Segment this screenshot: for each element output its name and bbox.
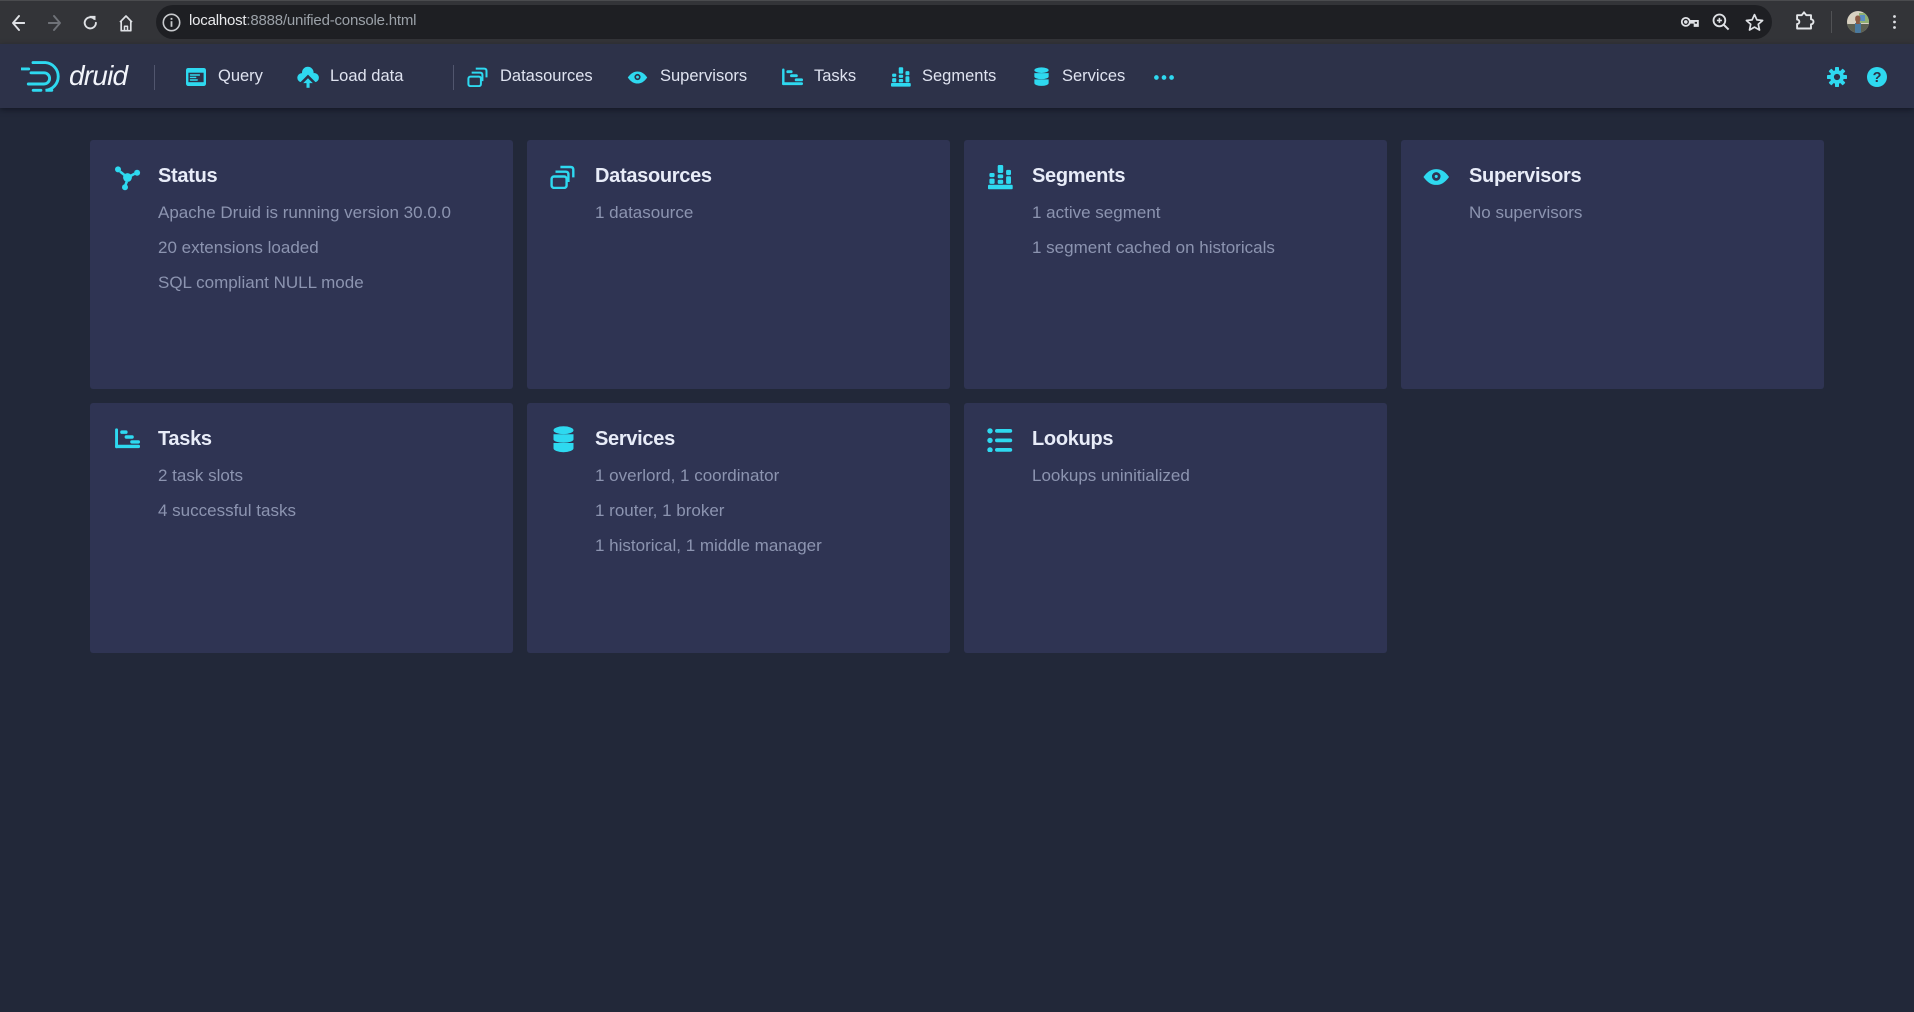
- svg-text:?: ?: [1873, 70, 1882, 86]
